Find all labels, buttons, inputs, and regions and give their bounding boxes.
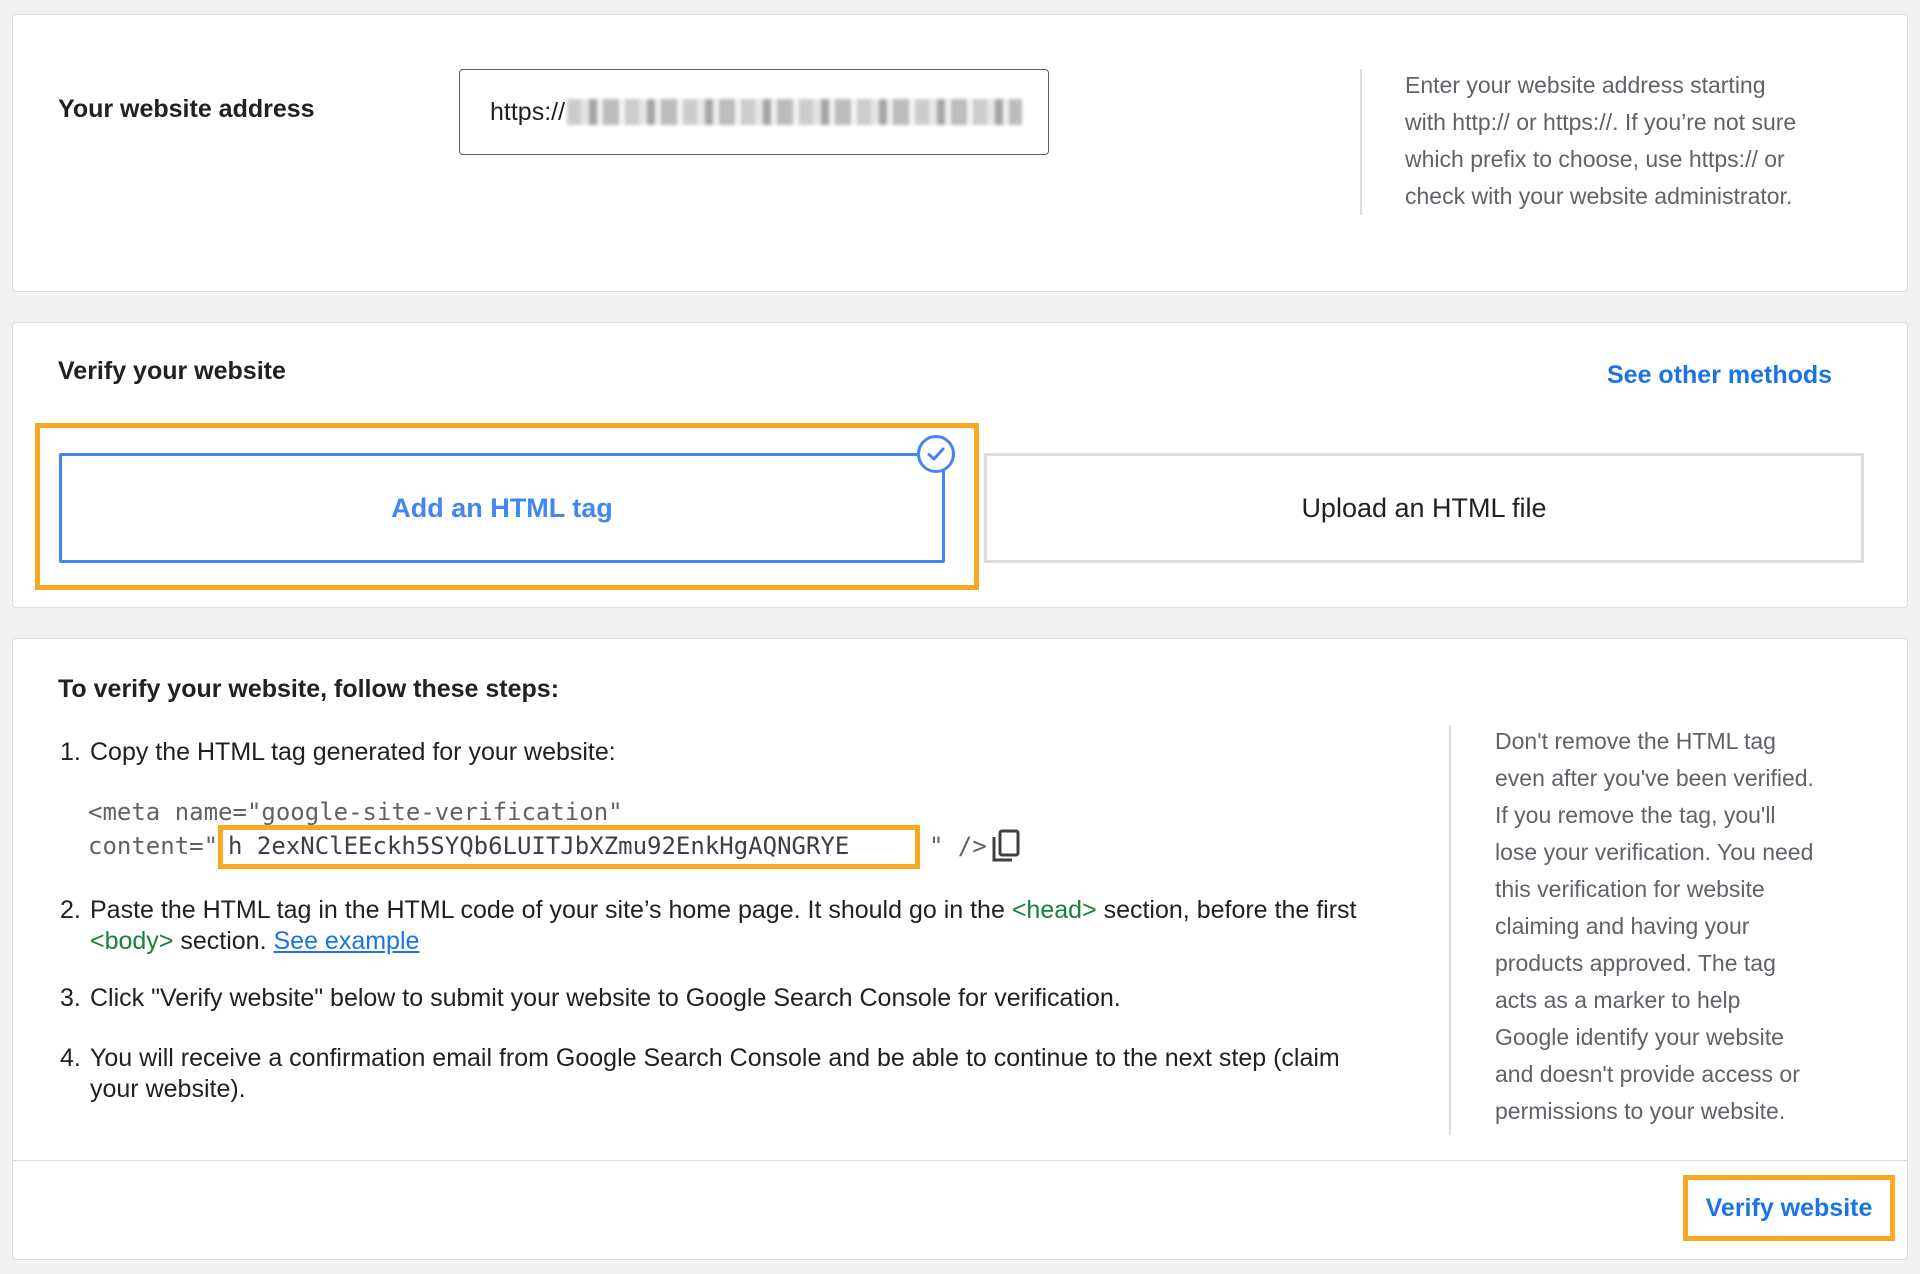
meta-tag-code-line-2: content=" [88,829,218,863]
step-2-part-1: Paste the HTML tag in the HTML code of y… [90,896,1012,924]
side-note-line: even after you've been verified. [1495,765,1814,791]
upload-html-file-label: Upload an HTML file [1301,492,1547,523]
code-content-prefix: content=" [88,832,219,860]
add-html-tag-label: Add an HTML tag [391,492,613,523]
address-help-line: Enter your website address starting [1405,72,1766,98]
step-4-line-2: your website). [90,1075,246,1103]
address-help-line: with http:// or https://. If you’re not … [1405,109,1797,135]
side-note: Don't remove the HTML tag even after you… [1495,723,1814,1130]
url-prefix: https:// [490,97,566,126]
verify-website-button[interactable]: Verify website [1683,1175,1895,1241]
website-address-label: Your website address [58,95,315,123]
step-number: 2. [60,896,81,924]
address-divider [1360,69,1362,215]
footer-divider [13,1160,1907,1161]
steps-title: To verify your website, follow these ste… [58,675,560,703]
side-note-line: Don't remove the HTML tag [1495,728,1776,754]
step-2-part-3: section. [173,927,274,955]
meta-tag-code-line-1: <meta name="google-site-verification" [88,798,623,826]
side-note-line: permissions to your website. [1495,1098,1786,1124]
step-1-text: Copy the HTML tag generated for your web… [90,738,616,766]
website-address-card: Your website address https:// Enter your… [12,14,1908,292]
address-help-line: which prefix to choose, use https:// or [1405,146,1785,172]
side-note-line: acts as a marker to help [1495,987,1741,1013]
side-note-line: lose your verification. You need [1495,839,1814,865]
verification-steps-card: To verify your website, follow these ste… [12,638,1908,1260]
check-circle-icon [917,435,955,473]
step-2-part-2: section, before the first [1096,896,1357,924]
code-closing: " /> [929,829,987,863]
side-note-line: this verification for website [1495,876,1765,902]
side-note-line: products approved. The tag [1495,950,1776,976]
side-note-line: and doesn't provide access or [1495,1061,1800,1087]
step-4-line-1: You will receive a confirmation email fr… [90,1044,1340,1072]
head-tag-text: <head> [1011,896,1097,924]
body-tag-text: <body> [90,927,174,955]
address-help-line: check with your website administrator. [1405,183,1793,209]
address-help-text: Enter your website address starting with… [1405,67,1796,215]
step-2-text: Paste the HTML tag in the HTML code of y… [90,895,1490,957]
step-number: 3. [60,984,81,1012]
add-html-tag-option[interactable]: Add an HTML tag [59,453,945,563]
website-url-input[interactable]: https:// [459,69,1049,155]
code-closing-text: " /> [929,832,987,860]
side-note-line: If you remove the tag, you'll [1495,802,1776,828]
verify-method-card: Verify your website See other methods Ad… [12,322,1908,608]
step-number: 4. [60,1044,81,1072]
see-other-methods-link[interactable]: See other methods [1607,361,1832,390]
verify-title: Verify your website [58,357,286,385]
side-note-line: claiming and having your [1495,913,1750,939]
side-note-line: Google identify your website [1495,1024,1784,1050]
verification-token: h 2exNClEEckh5SYQb6LUITJbXZmu92EnkHgAQNG… [228,832,850,860]
upload-html-file-option[interactable]: Upload an HTML file [984,453,1864,563]
steps-divider [1449,725,1451,1135]
step-number: 1. [60,738,81,766]
blurred-url-text [567,99,1023,125]
verify-website-label: Verify website [1705,1193,1873,1222]
step-4-text: You will receive a confirmation email fr… [90,1043,1490,1105]
copy-icon[interactable] [991,829,1021,863]
see-example-link[interactable]: See example [273,927,419,955]
step-3-text: Click "Verify website" below to submit y… [90,984,1121,1012]
